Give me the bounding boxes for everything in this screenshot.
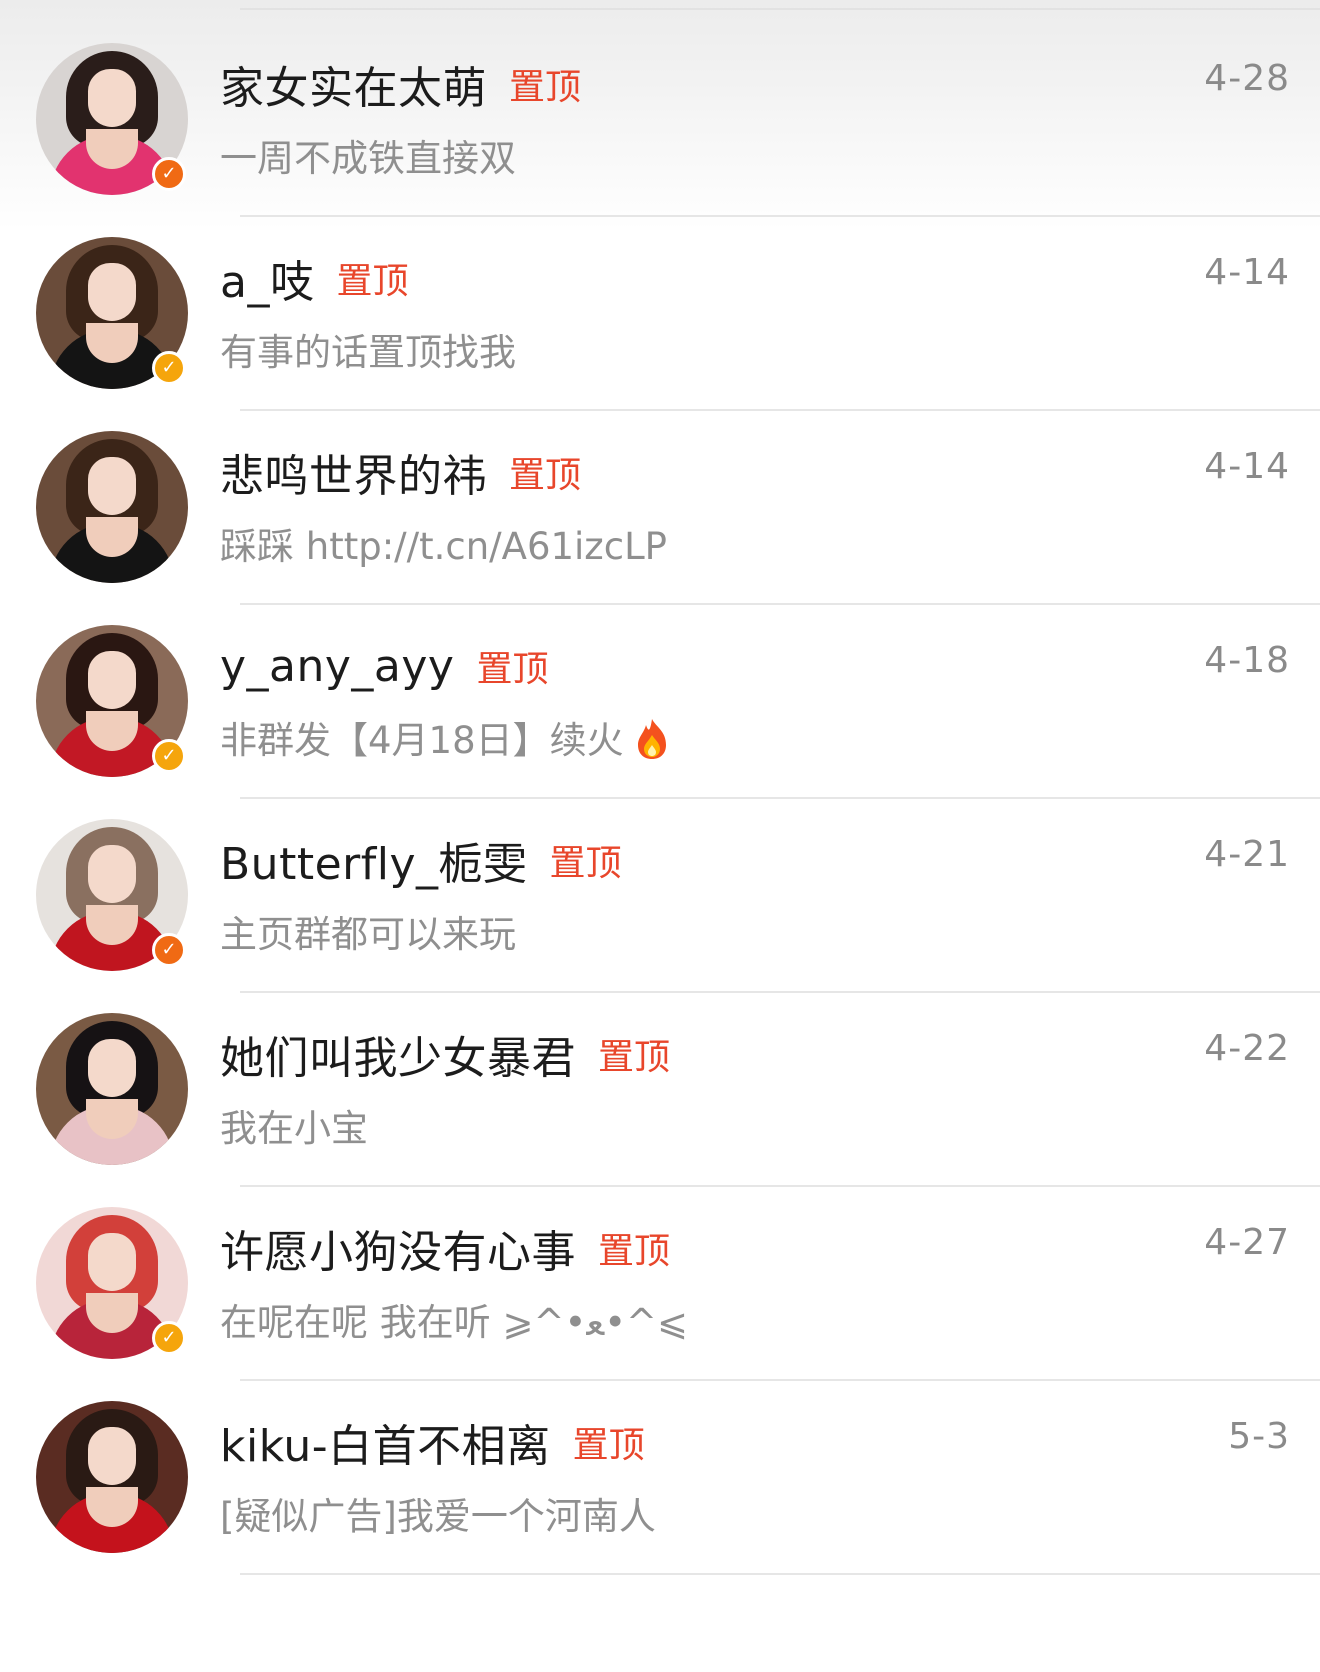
message-preview: 踩踩 http://t.cn/A61izcLP — [220, 516, 667, 570]
chat-row[interactable]: 她们叫我少女暴君 置顶 4-22 我在小宝 — [0, 980, 1320, 1187]
avatar[interactable] — [36, 1401, 188, 1553]
chat-row[interactable]: ✓ 家女实在太萌 置顶 4-28 一周不成铁直接双 — [0, 10, 1320, 217]
verified-badge-icon: ✓ — [152, 157, 186, 191]
name-line: 她们叫我少女暴君 置顶 — [220, 1024, 670, 1084]
chat-row[interactable]: ✓ y_any_ayy 置顶 4-18 非群发【4月18日】续火 — [0, 592, 1320, 799]
pinned-label: 置顶 — [598, 1037, 671, 1078]
contact-name: a_吱 — [220, 257, 315, 308]
name-line: 悲鸣世界的祎 置顶 — [220, 442, 581, 502]
pinned-label: 置顶 — [509, 455, 582, 496]
pinned-label: 置顶 — [509, 67, 582, 108]
avatar-image — [36, 1013, 188, 1165]
message-date: 4-21 — [1204, 834, 1290, 875]
name-line: a_吱 置顶 — [220, 248, 408, 308]
verified-badge-icon: ✓ — [152, 739, 186, 773]
chat-row[interactable]: ✓ 许愿小狗没有心事 置顶 4-27 在呢在呢 我在听 ⩾^•ﻌ•^⩽ — [0, 1174, 1320, 1381]
avatar-face — [88, 1039, 136, 1097]
row-divider — [240, 1573, 1320, 1575]
chat-row[interactable]: kiku-白首不相离 置顶 5-3 [疑似广告]我爱一个河南人 — [0, 1368, 1320, 1575]
message-text: 踩踩 http://t.cn/A61izcLP — [220, 525, 667, 568]
message-text: 我在小宝 — [220, 1107, 368, 1150]
chat-row[interactable]: 悲鸣世界的祎 置顶 4-14 踩踩 http://t.cn/A61izcLP — [0, 398, 1320, 605]
message-preview: 在呢在呢 我在听 ⩾^•ﻌ•^⩽ — [220, 1292, 688, 1346]
avatar-face — [88, 845, 136, 903]
avatar-face — [88, 1233, 136, 1291]
pinned-label: 置顶 — [598, 1231, 671, 1272]
message-date: 4-14 — [1204, 252, 1290, 293]
verified-badge-icon: ✓ — [152, 351, 186, 385]
name-line: 许愿小狗没有心事 置顶 — [220, 1218, 670, 1278]
message-preview: 主页群都可以来玩 — [220, 904, 516, 958]
chat-row[interactable]: ✓ a_吱 置顶 4-14 有事的话置顶找我 — [0, 204, 1320, 411]
message-date: 4-28 — [1204, 58, 1290, 99]
message-text: 非群发【4月18日】续火 — [220, 719, 624, 762]
message-text: 主页群都可以来玩 — [220, 913, 516, 956]
verified-badge-icon: ✓ — [152, 933, 186, 967]
message-text: 有事的话置顶找我 — [220, 331, 516, 374]
message-preview: 一周不成铁直接双 — [220, 128, 516, 182]
contact-name: Butterfly_栀雯 — [220, 839, 528, 890]
chat-row[interactable]: ✓ Butterfly_栀雯 置顶 4-21 主页群都可以来玩 — [0, 786, 1320, 993]
message-text: 在呢在呢 我在听 ⩾^•ﻌ•^⩽ — [220, 1301, 689, 1344]
message-preview: 非群发【4月18日】续火 — [220, 710, 670, 764]
avatar[interactable] — [36, 431, 188, 583]
message-date: 4-22 — [1204, 1028, 1290, 1069]
contact-name: kiku-白首不相离 — [220, 1421, 551, 1472]
name-line: Butterfly_栀雯 置顶 — [220, 830, 622, 890]
message-text: 一周不成铁直接双 — [220, 137, 516, 180]
verified-badge-icon: ✓ — [152, 1321, 186, 1355]
avatar-face — [88, 263, 136, 321]
avatar[interactable]: ✓ — [36, 237, 188, 389]
chat-list: ✓ 家女实在太萌 置顶 4-28 一周不成铁直接双 ✓ a_吱 置顶 4-14 有事的话置顶找我悲… — [0, 0, 1320, 1672]
contact-name: y_any_ayy — [220, 640, 455, 692]
pinned-label: 置顶 — [336, 261, 409, 302]
avatar[interactable] — [36, 1013, 188, 1165]
message-date: 4-14 — [1204, 446, 1290, 487]
avatar[interactable]: ✓ — [36, 43, 188, 195]
name-line: 家女实在太萌 置顶 — [220, 54, 581, 114]
message-date: 4-18 — [1204, 640, 1290, 681]
name-line: kiku-白首不相离 置顶 — [220, 1412, 645, 1472]
avatar-face — [88, 69, 136, 127]
message-date: 5-3 — [1228, 1416, 1290, 1457]
contact-name: 悲鸣世界的祎 — [220, 451, 487, 502]
contact-name: 家女实在太萌 — [220, 63, 487, 114]
avatar[interactable]: ✓ — [36, 1207, 188, 1359]
avatar-image — [36, 1401, 188, 1553]
message-preview: [疑似广告]我爱一个河南人 — [220, 1486, 656, 1540]
avatar-image — [36, 431, 188, 583]
pinned-label: 置顶 — [549, 843, 622, 884]
avatar-face — [88, 651, 136, 709]
message-preview: 我在小宝 — [220, 1098, 368, 1152]
fire-icon — [637, 719, 666, 759]
avatar[interactable]: ✓ — [36, 819, 188, 971]
avatar-face — [88, 1427, 136, 1485]
pinned-label: 置顶 — [476, 649, 549, 690]
message-date: 4-27 — [1204, 1222, 1290, 1263]
message-text: [疑似广告]我爱一个河南人 — [220, 1495, 656, 1538]
avatar-face — [88, 457, 136, 515]
contact-name: 她们叫我少女暴君 — [220, 1033, 576, 1084]
pinned-label: 置顶 — [572, 1425, 645, 1466]
message-preview: 有事的话置顶找我 — [220, 322, 516, 376]
name-line: y_any_ayy 置顶 — [220, 636, 548, 696]
avatar[interactable]: ✓ — [36, 625, 188, 777]
contact-name: 许愿小狗没有心事 — [220, 1227, 576, 1278]
